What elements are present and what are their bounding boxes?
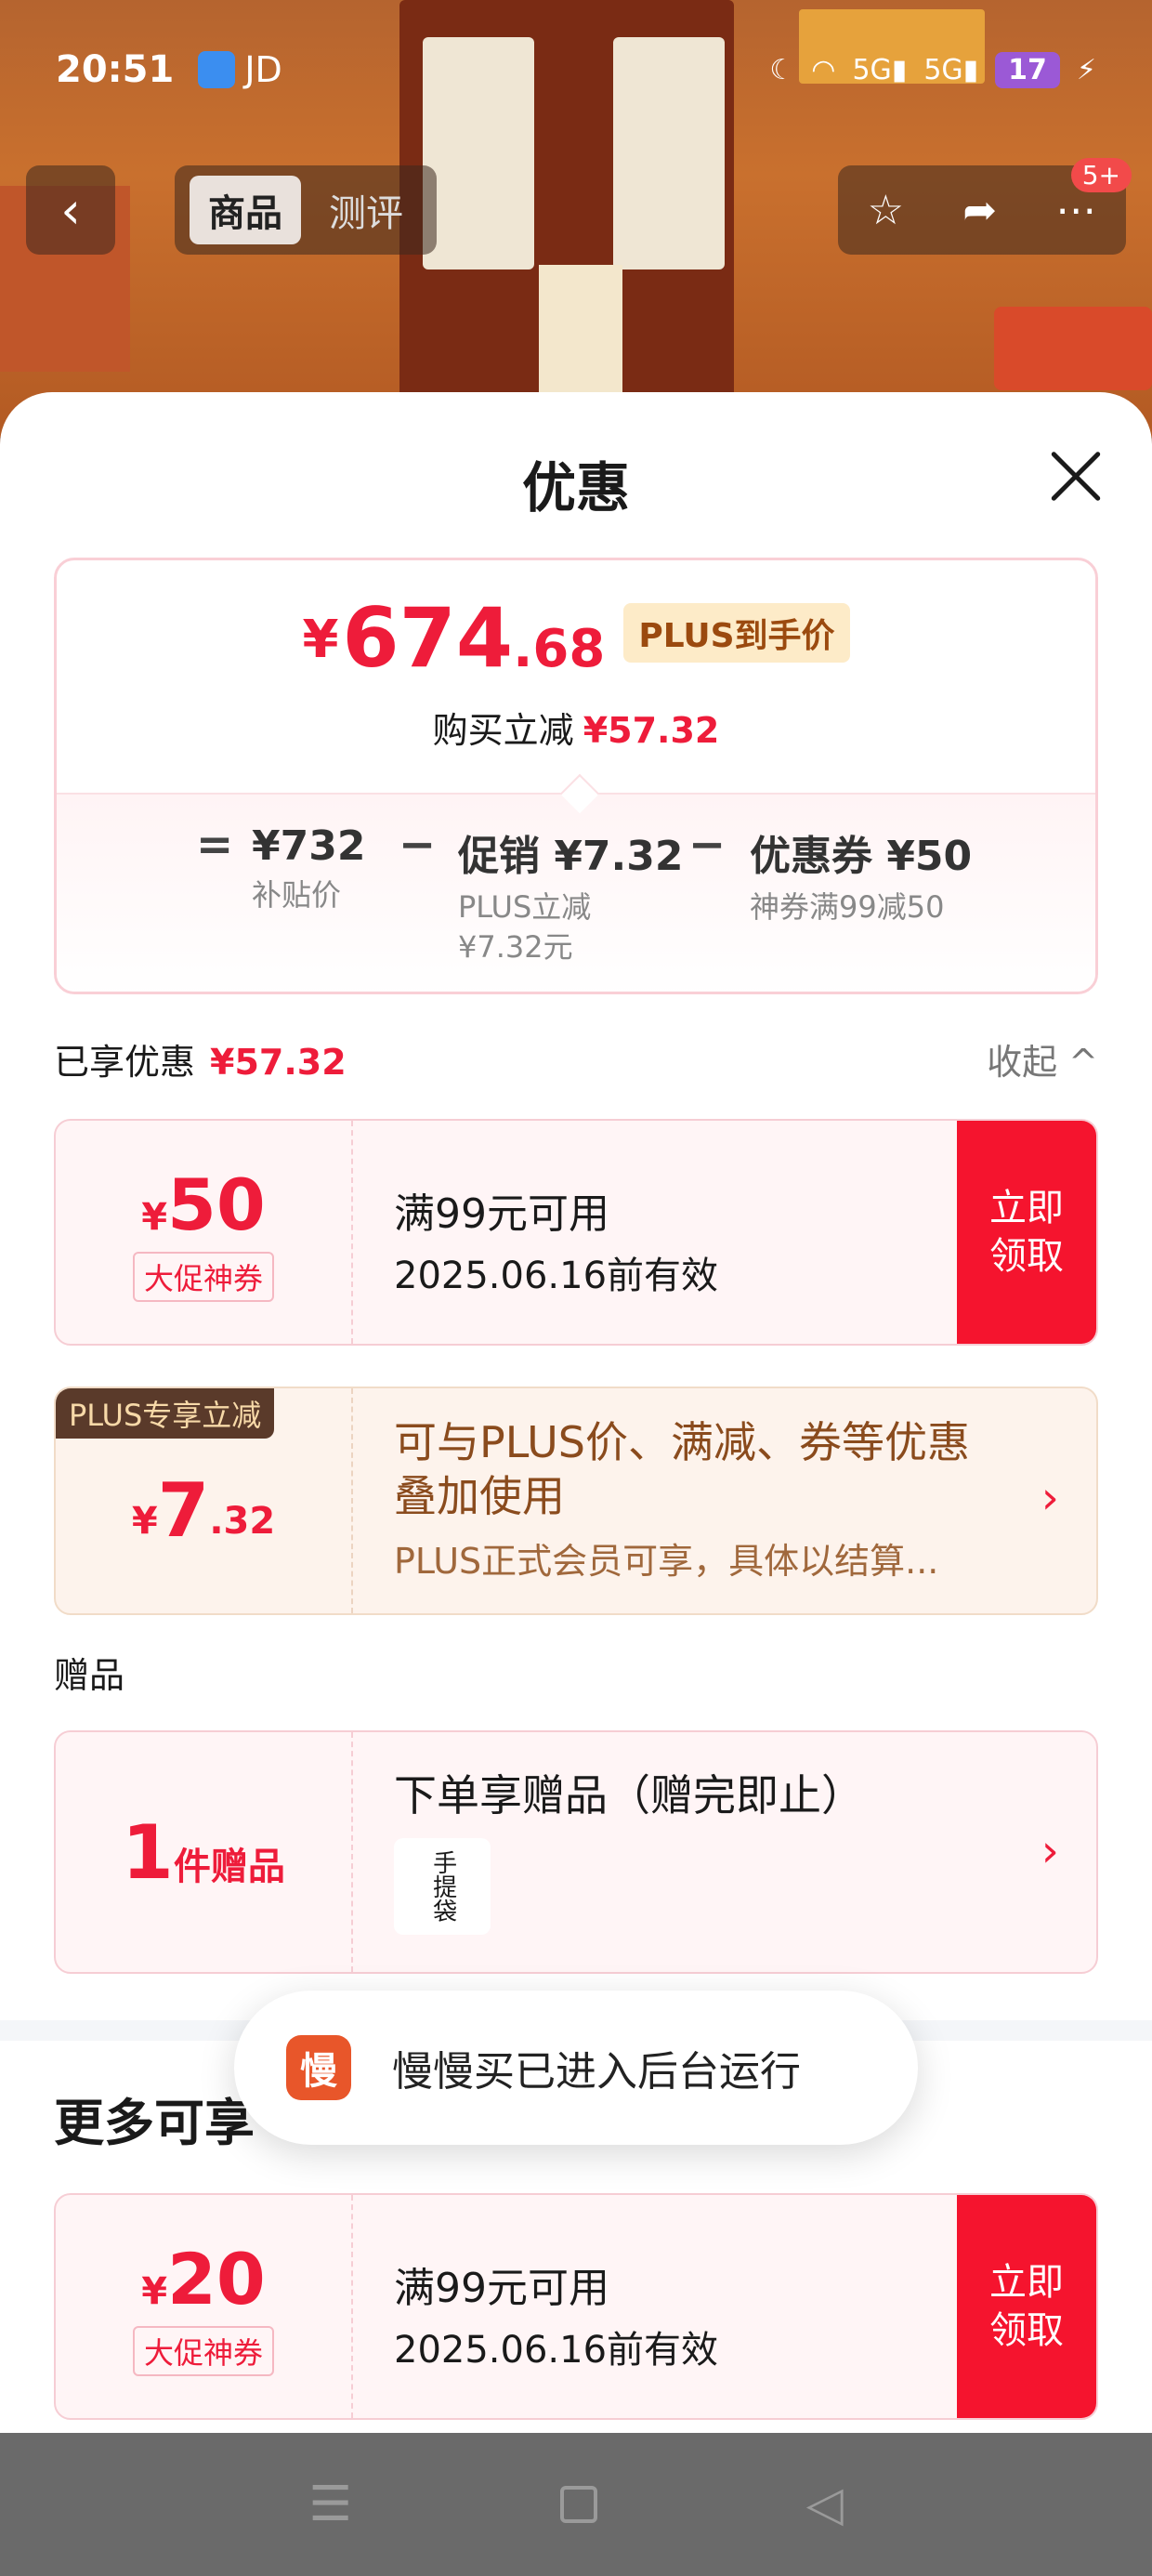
close-icon[interactable]	[1048, 448, 1104, 504]
reduce-label: 购买立减	[432, 710, 574, 751]
formula-coupon: 优惠券 ¥50 神券满99减50	[750, 822, 972, 927]
coupon-card: ¥20 大促神券 满99元可用 2025.06.16前有效 立即 领取	[54, 2193, 1098, 2420]
more-section-title: 更多可享	[54, 2094, 255, 2152]
coupon-value: 优惠券 ¥50	[750, 833, 973, 880]
plus-note: PLUS正式会员可享，具体以结算...	[394, 1541, 939, 1582]
coupon-tag: 大促神券	[132, 2325, 274, 2376]
claim-coupon-button[interactable]: 立即 领取	[957, 2195, 1096, 2418]
moon-icon: ☾	[769, 53, 795, 86]
chevron-right-icon: ›	[1041, 1825, 1059, 1877]
home-icon[interactable]	[560, 2486, 598, 2523]
coupon-amount: ¥20	[141, 2237, 266, 2320]
signal-icon-2: 5G▮	[923, 53, 979, 86]
price-currency: ¥	[302, 610, 339, 670]
promo-label: PLUS立减 ¥7.32元	[458, 889, 592, 966]
price-formula: = ¥732 补贴价 − 促销 ¥7.32 PLUS立减 ¥7.32元 − 优惠券…	[57, 793, 1095, 992]
plus-discount-card[interactable]: PLUS专享立减 ¥7.32 可与PLUS价、满减、券等优惠叠加使用 PLUS正…	[54, 1387, 1098, 1615]
claim-coupon-button[interactable]: 立即 领取	[957, 1121, 1096, 1344]
plus-description: 可与PLUS价、满减、券等优惠叠加使用	[394, 1417, 970, 1521]
status-bar: 20:51 JD ☾ ◠ 5G▮ 5G▮ 17 ⚡	[0, 0, 1152, 139]
gift-section-title: 赠品	[54, 1655, 125, 1696]
tab-bar: 商品 测评	[175, 165, 437, 255]
status-app-label: JD	[244, 49, 282, 90]
enjoyed-value: ¥57.32	[210, 1042, 347, 1083]
top-nav: ‹ 商品 测评 ☆ ➦ ⋯ 5+	[26, 158, 1132, 255]
manmanmai-app-icon: 慢	[286, 2035, 351, 2100]
reduce-value: ¥57.32	[583, 710, 720, 751]
menu-icon[interactable]: ☰	[308, 2477, 352, 2532]
tab-product[interactable]: 商品	[190, 176, 301, 244]
base-label: 补贴价	[252, 877, 342, 913]
price-summary-card: ¥ 674 .68 PLUS到手价 购买立减 ¥57.32 = ¥732 补贴价 …	[54, 558, 1098, 994]
coupon-card: ¥50 大促神券 满99元可用 2025.06.16前有效 立即 领取	[54, 1119, 1098, 1346]
enjoyed-label: 已享优惠	[54, 1042, 196, 1083]
price-integer: 674	[342, 590, 514, 686]
system-nav-bar: ☰ ◁	[0, 2433, 1152, 2576]
coupon-condition: 满99元可用	[394, 2265, 609, 2312]
coupon-label: 神券满99减50	[750, 889, 945, 925]
gift-card[interactable]: 1 件赠品 下单享赠品（赠完即止） 手提袋 ›	[54, 1730, 1098, 1974]
formula-equals: =	[196, 819, 234, 871]
promo-value: 促销 ¥7.32	[458, 833, 684, 880]
sheet-title: 优惠	[521, 456, 630, 519]
coupon-expiry: 2025.06.16前有效	[394, 2329, 719, 2372]
nav-actions: ☆ ➦ ⋯ 5+	[838, 158, 1132, 255]
coupon-amount: ¥50	[141, 1163, 266, 1246]
status-time: 20:51	[56, 48, 175, 91]
coupon-expiry: 2025.06.16前有效	[394, 1255, 719, 1297]
plus-amount: ¥7.32	[56, 1388, 353, 1613]
back-icon[interactable]: ◁	[806, 2477, 844, 2532]
back-button[interactable]: ‹	[26, 165, 115, 255]
price-decimal: .68	[513, 619, 606, 679]
tab-review[interactable]: 测评	[310, 176, 422, 244]
gift-description: 下单享赠品（赠完即止）	[394, 1770, 864, 1820]
base-value: ¥732	[252, 822, 366, 870]
formula-minus-2: −	[688, 819, 727, 871]
enjoyed-discount: 已享优惠 ¥57.32	[54, 1033, 347, 1084]
coupon-tag: 大促神券	[132, 1251, 274, 1302]
app-icon	[198, 51, 236, 88]
formula-base: ¥732 补贴价	[252, 822, 365, 915]
signal-icon-1: 5G▮	[852, 53, 908, 86]
buy-reduce-line: 购买立减 ¥57.32	[57, 702, 1095, 753]
background-toast: 慢 慢慢买已进入后台运行	[234, 1991, 918, 2145]
formula-minus-1: −	[399, 819, 437, 871]
favorite-icon[interactable]: ☆	[868, 187, 904, 234]
gift-count: 1 件赠品	[56, 1732, 353, 1972]
gift-thumbnail: 手提袋	[394, 1838, 491, 1935]
share-icon[interactable]: ➦	[962, 187, 997, 234]
wifi-icon: ◠	[811, 53, 836, 86]
chevron-right-icon: ›	[1041, 1472, 1059, 1524]
more-icon[interactable]: ⋯	[1055, 187, 1096, 234]
plus-price-tag: PLUS到手价	[623, 603, 850, 663]
collapse-button[interactable]: 收起 ^	[987, 1033, 1098, 1084]
toast-text: 慢慢买已进入后台运行	[392, 2048, 801, 2096]
message-badge: 5+	[1070, 158, 1132, 192]
battery-indicator: 17	[995, 51, 1060, 88]
coupon-condition: 满99元可用	[394, 1190, 609, 1238]
formula-promo: 促销 ¥7.32 PLUS立减 ¥7.32元	[458, 822, 684, 967]
charging-icon: ⚡	[1076, 53, 1096, 86]
